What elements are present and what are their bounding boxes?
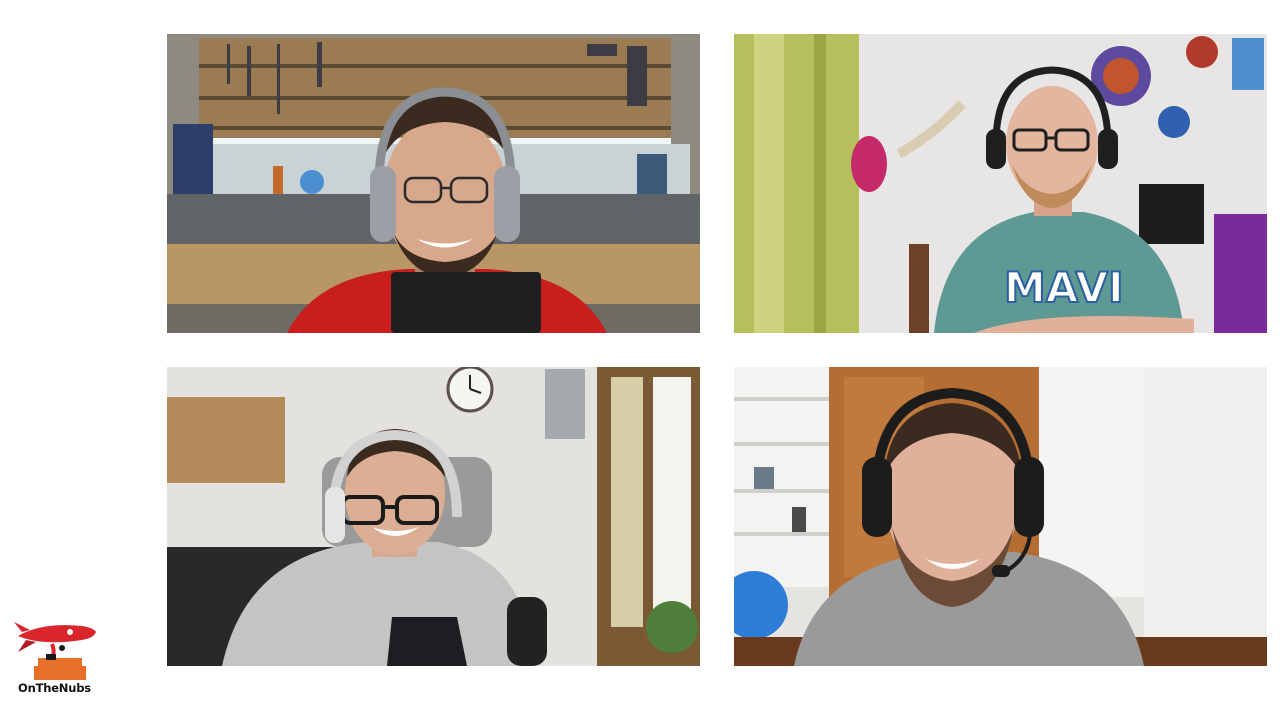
- participant-4-video-frame: [734, 367, 1267, 666]
- participant-video-tile-2[interactable]: MAVI: [734, 34, 1267, 333]
- shirt-text: MAVI: [1004, 263, 1124, 312]
- participant-video-tile-3[interactable]: [167, 367, 700, 666]
- participant-2-video-frame: MAVI: [734, 34, 1267, 333]
- rocket-mascot-icon: [14, 622, 96, 680]
- brand-logo-text: OnTheNubs: [18, 681, 91, 695]
- participant-3-video-frame: [167, 367, 700, 666]
- participant-video-tile-1[interactable]: [167, 34, 700, 333]
- video-call-stage: MAVI OnTheNubs: [0, 0, 1280, 720]
- participant-video-tile-4[interactable]: [734, 367, 1267, 666]
- participant-1-video-frame: [167, 34, 700, 333]
